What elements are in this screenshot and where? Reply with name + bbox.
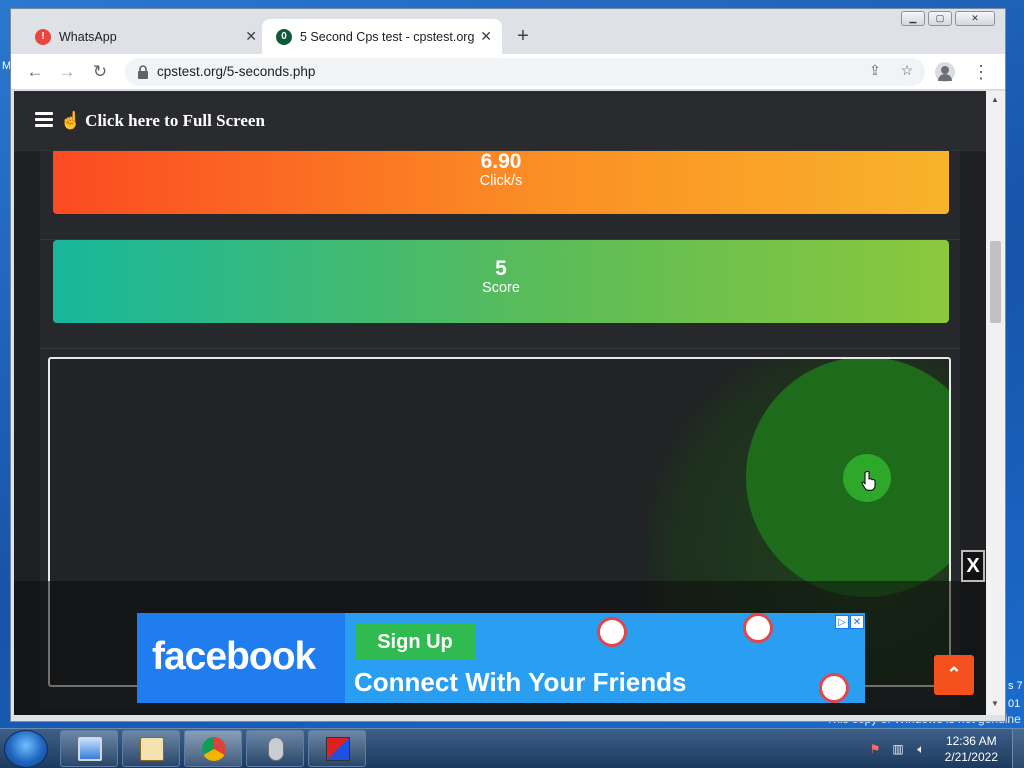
system-tray: ⚑ ▥ 🔈︎ 12:36 AM 2/21/2022 <box>862 729 1024 768</box>
taskbar-chrome[interactable] <box>184 730 242 767</box>
scroll-down-arrow-icon[interactable]: ▼ <box>991 699 999 708</box>
profile-pin-icon <box>819 673 849 703</box>
tab-close-icon[interactable]: ✕ <box>245 28 257 45</box>
share-icon[interactable]: ⇪ <box>865 62 885 82</box>
tab-strip: ! WhatsApp ✕ 0 5 Second Cps test - cpste… <box>11 9 1005 54</box>
cps-value: 6.90 <box>480 150 522 173</box>
lock-icon <box>138 65 148 79</box>
ad-close-x-icon[interactable]: ✕ <box>850 615 864 629</box>
url-text: cpstest.org/5-seconds.php <box>157 64 316 79</box>
hand-cursor-icon <box>861 471 876 491</box>
fullscreen-link[interactable]: ☝ Click here to Full Screen <box>60 111 265 131</box>
cps-label: Click/s <box>479 173 523 189</box>
window-controls: ▁ ▢ ✕ <box>901 11 995 26</box>
browser-menu-icon[interactable]: ⋮ <box>969 58 993 86</box>
volume-icon[interactable]: 🔈︎ <box>914 742 928 756</box>
taskbar-solitaire[interactable] <box>122 730 180 767</box>
desktop-text-fragment: s 7 <box>1008 680 1023 692</box>
pointing-hand-icon: ☝ <box>60 111 82 130</box>
tab-whatsapp[interactable]: ! WhatsApp ✕ <box>21 19 267 54</box>
clock-time: 12:36 AM <box>945 734 997 748</box>
network-icon[interactable]: ▥ <box>891 742 905 756</box>
ad-brand-panel: facebook <box>137 613 345 703</box>
scroll-up-arrow-icon[interactable]: ▲ <box>991 95 999 104</box>
close-window-button[interactable]: ✕ <box>955 11 995 26</box>
blocks-icon <box>326 737 350 761</box>
page-viewport: ☝ Click here to Full Screen 6.90 Click/s … <box>14 91 986 715</box>
profile-pin-icon <box>743 613 773 643</box>
mouse-icon <box>268 737 284 761</box>
browser-window: ! WhatsApp ✕ 0 5 Second Cps test - cpste… <box>10 8 1006 722</box>
playing-card-icon <box>140 737 164 761</box>
ad-tagline: Connect With Your Friends <box>354 667 687 697</box>
back-button[interactable]: ← <box>21 58 49 86</box>
facebook-logo: facebook <box>152 635 316 678</box>
ad-message-panel: Sign Up Connect With Your Friends ▷ ✕ <box>345 613 865 703</box>
sign-up-button[interactable]: Sign Up <box>355 624 475 660</box>
taskbar: ⚑ ▥ 🔈︎ 12:36 AM 2/21/2022 <box>0 728 1024 768</box>
cpstest-favicon-icon: 0 <box>276 28 292 45</box>
fullscreen-label: Click here to Full Screen <box>85 111 265 130</box>
taskbar-mouse-app[interactable] <box>246 730 304 767</box>
chrome-icon <box>202 737 226 761</box>
page-scrollbar[interactable]: ▲ ▼ <box>986 91 1005 715</box>
forward-button[interactable]: → <box>53 58 81 86</box>
scrollbar-thumb[interactable] <box>990 241 1001 323</box>
monitor-icon <box>78 737 102 761</box>
tab-title: WhatsApp <box>59 29 117 44</box>
browser-toolbar: ← → ↻ cpstest.org/5-seconds.php ⇪ ☆ ⋮ <box>11 54 1005 90</box>
reload-button[interactable]: ↻ <box>86 58 114 86</box>
maximize-button[interactable]: ▢ <box>928 11 952 26</box>
ad-close-button[interactable]: X <box>961 550 985 582</box>
score-value: 5 <box>495 257 507 280</box>
back-to-top-button[interactable]: ⌃ <box>934 655 974 695</box>
facebook-ad-banner[interactable]: facebook Sign Up Connect With Your Frien… <box>137 613 865 703</box>
action-center-flag-icon[interactable]: ⚑ <box>868 742 882 756</box>
score-card: 5 Score <box>53 240 949 323</box>
profile-pin-icon <box>597 617 627 647</box>
taskbar-blocks-app[interactable] <box>308 730 366 767</box>
bookmark-star-icon[interactable]: ☆ <box>897 62 917 82</box>
divider <box>40 348 960 349</box>
score-label: Score <box>482 280 520 296</box>
minimize-button[interactable]: ▁ <box>901 11 925 26</box>
address-bar[interactable]: cpstest.org/5-seconds.php ⇪ ☆ <box>125 58 925 86</box>
profile-avatar-icon[interactable] <box>935 62 955 82</box>
show-desktop-button[interactable] <box>1012 729 1024 768</box>
start-button[interactable] <box>4 730 48 768</box>
tab-cpstest[interactable]: 0 5 Second Cps test - cpstest.org ✕ <box>262 19 502 54</box>
taskbar-explorer[interactable] <box>60 730 118 767</box>
clock-date: 2/21/2022 <box>944 750 998 764</box>
taskbar-clock[interactable]: 12:36 AM 2/21/2022 <box>945 733 998 765</box>
tab-title: 5 Second Cps test - cpstest.org <box>300 29 475 44</box>
hamburger-menu-icon[interactable] <box>35 112 53 128</box>
tab-close-icon[interactable]: ✕ <box>480 28 492 45</box>
whatsapp-alert-icon: ! <box>35 28 51 45</box>
ad-choices-icon[interactable]: ▷ <box>835 615 849 629</box>
cps-card: 6.90 Click/s <box>53 151 949 214</box>
desktop-text-fragment: 01 <box>1008 698 1021 710</box>
new-tab-button[interactable]: + <box>511 25 535 49</box>
site-header: ☝ Click here to Full Screen <box>14 91 986 151</box>
